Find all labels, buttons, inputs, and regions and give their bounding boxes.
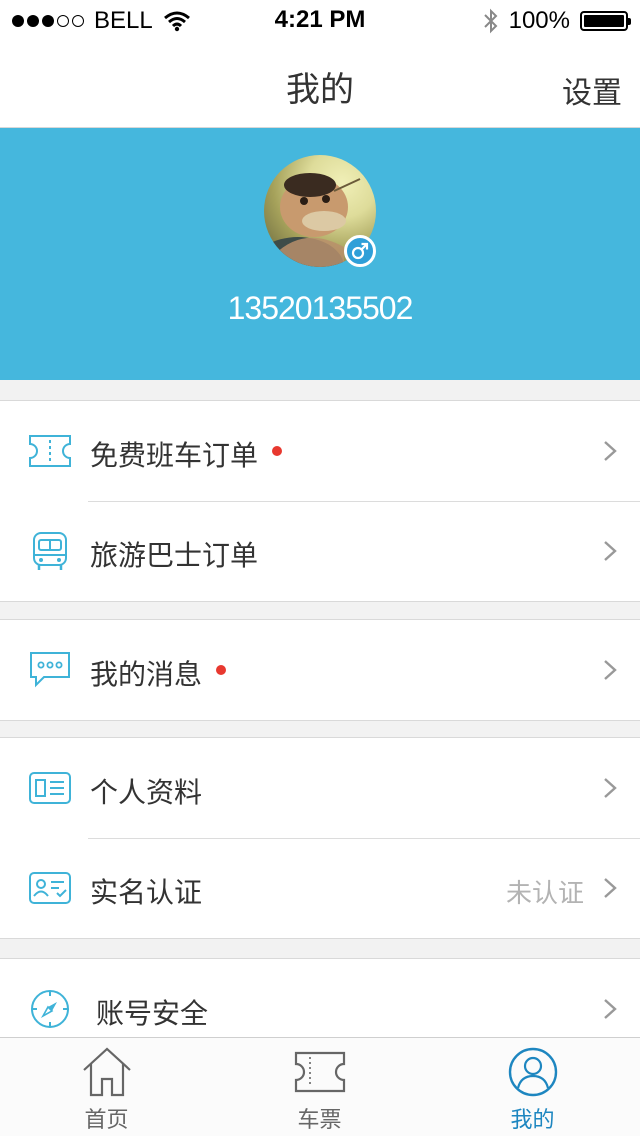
chevron-right-icon [604,778,617,798]
chevron-right-icon [604,441,617,461]
compass-icon [31,990,69,1028]
status-bar: BELL 4:21 PM 100% [0,0,640,40]
user-phone-number: 13520135502 [227,290,414,326]
free-shuttle-orders-item[interactable]: 免费班车订单 [0,401,640,501]
chevron-right-icon [604,999,617,1019]
ticket-icon [294,1051,345,1093]
ticket-icon [29,435,71,467]
status-bar-right: 100% [483,7,631,35]
orders-group: 免费班车订单 旅游巴士订单 [0,400,640,602]
tab-profile[interactable]: 我的 [426,1038,639,1136]
battery-icon [580,11,631,31]
message-bubble-icon [30,652,70,688]
male-gender-icon [344,235,376,267]
auth-status-text: 未认证 [505,879,584,909]
tab-home[interactable]: 首页 [0,1038,213,1136]
personal-info-label: 个人资料 [90,776,203,809]
verified-id-icon [29,872,71,904]
account-security-label: 账号安全 [96,997,209,1030]
battery-percent: 100% [508,7,570,34]
chevron-right-icon [604,878,617,898]
tab-profile-label: 我的 [510,1108,555,1133]
profile-info-group: 个人资料 实名认证 未认证 [0,737,640,939]
home-icon [82,1047,131,1097]
tab-tickets[interactable]: 车票 [213,1038,426,1136]
tour-bus-orders-label: 旅游巴士订单 [90,539,259,572]
my-messages-label: 我的消息 [90,658,203,691]
tab-home-label: 首页 [84,1108,129,1133]
chevron-right-icon [604,660,617,680]
my-messages-item[interactable]: 我的消息 [0,620,640,720]
bus-icon [33,532,67,570]
real-name-auth-item[interactable]: 实名认证 未认证 [0,838,640,938]
profile-header: 13520135502 [0,128,640,380]
personal-info-item[interactable]: 个人资料 [0,738,640,838]
chevron-right-icon [604,541,617,561]
notification-dot [216,665,227,675]
profile-icon [508,1047,557,1097]
tab-bar: 首页 车票 我的 [0,1037,640,1136]
settings-button[interactable]: 设置 [562,68,622,112]
tour-bus-orders-item[interactable]: 旅游巴士订单 [0,501,640,601]
page-title: 我的 [286,70,354,110]
real-name-auth-label: 实名认证 [90,876,203,909]
notification-dot [272,446,283,456]
navigation-bar: 我的 设置 [0,40,640,128]
messages-group: 我的消息 [0,619,640,721]
bluetooth-icon [483,8,498,34]
free-shuttle-orders-label: 免费班车订单 [90,439,259,472]
tab-tickets-label: 车票 [297,1108,342,1133]
id-card-icon [29,772,71,804]
